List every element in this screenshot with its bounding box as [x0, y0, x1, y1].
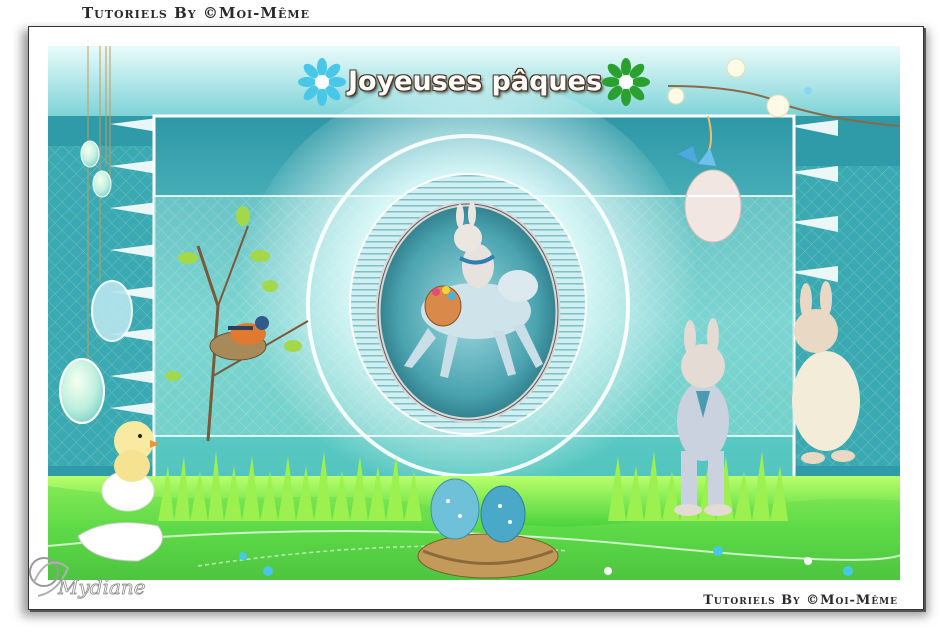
flower-left-icon — [298, 58, 346, 106]
caption-top: Tutoriels By ©Moi-Même — [82, 4, 310, 22]
title-banner: Joyeuses pâques — [348, 60, 602, 102]
signature-logo: Mydiane — [29, 557, 146, 599]
caption-bottom: Tutoriels By ©Moi-Même — [703, 593, 898, 608]
greeting-title: Joyeuses pâques — [347, 65, 603, 97]
easter-artwork — [48, 46, 900, 580]
artwork-svg — [48, 46, 900, 580]
flower-right-icon — [602, 58, 650, 106]
signature-text: Mydiane — [57, 575, 146, 599]
